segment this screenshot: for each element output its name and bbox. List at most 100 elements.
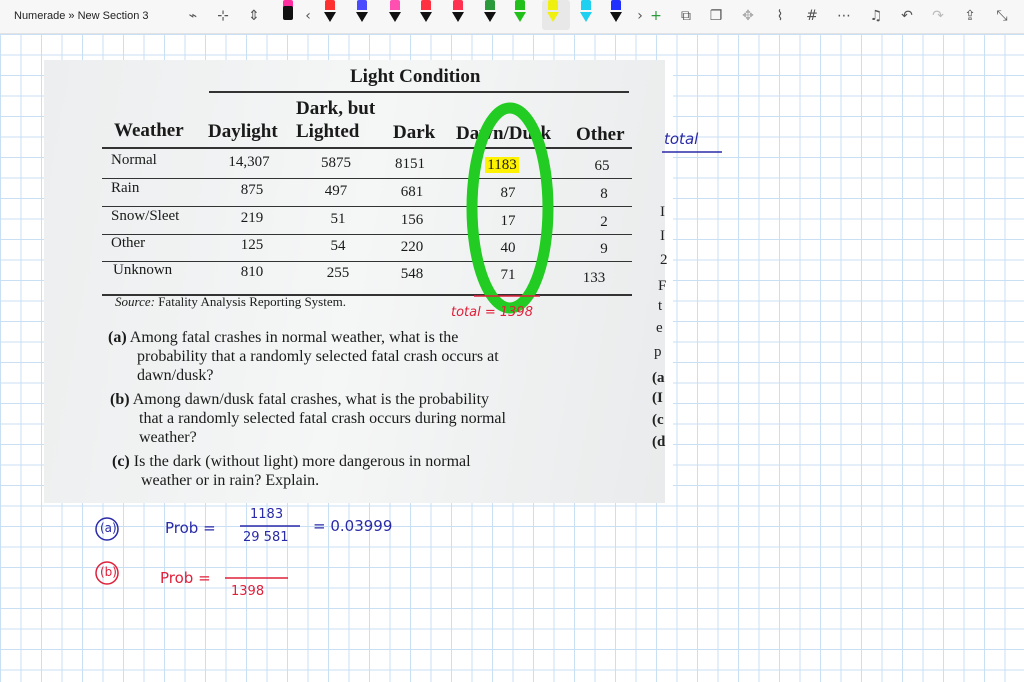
part-a-prob: Prob =: [165, 519, 216, 537]
fullscreen-icon[interactable]: ⤡: [992, 6, 1012, 26]
column-rule: [102, 147, 632, 149]
part-b-denominator: 1398: [231, 584, 265, 599]
table-cell: 65: [594, 158, 610, 174]
add-space-icon[interactable]: ⊹: [213, 6, 233, 26]
highlighter-green[interactable]: [512, 0, 528, 30]
question-text-line: dawn/dusk?: [137, 367, 214, 384]
redo-icon[interactable]: ↷: [928, 6, 948, 26]
source-line: Source: Fatality Analysis Reporting Syst…: [115, 294, 346, 310]
part-b-prob: Prob =: [160, 569, 211, 587]
highlighter-cyan[interactable]: [578, 0, 594, 30]
row-label: Rain: [111, 180, 140, 196]
light-condition-header: Light Condition: [350, 66, 481, 87]
question-text-line: Is the dark (without light) more dangero…: [133, 453, 471, 470]
margin-letter: t: [658, 298, 663, 314]
table-cell: 219: [240, 210, 264, 226]
ink-replay-icon[interactable]: ✥: [738, 6, 758, 26]
table-cell: 220: [400, 239, 424, 255]
table-cell: 681: [400, 184, 424, 200]
question-text-line: Among dawn/dusk fatal crashes, what is t…: [132, 391, 490, 408]
pen-green[interactable]: [482, 0, 498, 30]
grid-icon[interactable]: #: [802, 6, 822, 26]
col-daylight: Daylight: [208, 121, 278, 142]
row-label: Other: [111, 235, 146, 251]
question-letter: (a): [108, 329, 127, 346]
table-cell: 125: [240, 237, 264, 253]
question-letter: (b): [110, 391, 130, 408]
part-a-numerator: 1183: [250, 507, 284, 522]
share-icon[interactable]: ⇪: [960, 6, 980, 26]
part-b-label: (b): [100, 565, 117, 579]
add-pen-icon[interactable]: +: [646, 6, 666, 26]
highlight-value: 1183: [485, 157, 519, 173]
table-cell: 5875: [321, 155, 351, 171]
table-cell: 17: [500, 213, 516, 229]
question-text-line: probability that a randomly selected fat…: [137, 348, 499, 365]
breadcrumb[interactable]: Numerade » New Section 3: [14, 10, 149, 22]
pen-blue[interactable]: [354, 0, 370, 30]
part-a-denominator: 29 581: [243, 530, 289, 545]
table-cell: 54: [330, 238, 346, 254]
margin-letter: (a: [652, 370, 665, 386]
row-label: Unknown: [113, 262, 173, 278]
question-text-line: that a randomly selected fatal crash occ…: [139, 410, 506, 427]
table-cell: 133: [582, 270, 606, 286]
margin-letter: F: [658, 278, 667, 294]
question-c: (c) Is the dark (without light) more dan…: [112, 452, 471, 490]
table-cell: 8: [600, 186, 608, 202]
col-other: Other: [576, 124, 625, 145]
pen-navy[interactable]: [608, 0, 624, 30]
table-cell: 875: [240, 182, 264, 198]
table-cell: 548: [400, 266, 424, 282]
table-cell: 8151: [395, 156, 425, 172]
row-label: Snow/Sleet: [111, 208, 180, 224]
part-a-label: (a): [100, 521, 117, 535]
pen-red-2[interactable]: [450, 0, 466, 30]
table-cell: 810: [240, 264, 264, 280]
dawn-total-handwritten: total = 1398: [451, 305, 533, 320]
source-label: Source:: [115, 294, 155, 309]
table-cell: 255: [326, 265, 350, 281]
highlighter-yellow[interactable]: [542, 0, 570, 30]
total-handwritten: total: [664, 130, 699, 148]
notification-icon[interactable]: ♫: [866, 6, 886, 26]
pen-red[interactable]: [322, 0, 338, 30]
ruler-icon[interactable]: ⌇: [770, 6, 790, 26]
margin-letter: (c: [652, 412, 664, 428]
question-b: (b) Among dawn/dusk fatal crashes, what …: [110, 390, 506, 447]
lasso-icon[interactable]: ⌁: [183, 6, 203, 26]
row-rule: [102, 234, 632, 235]
row-label: Normal: [111, 152, 157, 168]
margin-letter: (d: [652, 434, 666, 450]
screen-clip-icon[interactable]: ⧉: [676, 6, 696, 26]
col-darklit-line1: Dark, but: [296, 98, 376, 119]
margin-letter: p: [654, 344, 662, 360]
header-rule: [209, 91, 629, 93]
pen-black[interactable]: [280, 0, 296, 30]
col-darklit-line2: Lighted: [296, 121, 360, 142]
pen-magenta[interactable]: [387, 0, 403, 30]
source-text: Fatality Analysis Reporting System.: [158, 294, 346, 309]
copy-icon[interactable]: ❐: [706, 6, 726, 26]
margin-letter: e: [656, 320, 663, 336]
margin-letter: I: [660, 204, 665, 220]
pen-pink[interactable]: [418, 0, 434, 30]
top-toolbar: Numerade » New Section 3 ⌁ ⊹ ⇕ ‹ › + ⧉ ❐…: [0, 0, 1024, 34]
table-cell: 14,307: [228, 154, 270, 170]
col-dawn: Dawn/Dusk: [456, 123, 552, 144]
eraser-icon[interactable]: ⇕: [244, 6, 264, 26]
table-cell: 40: [500, 240, 516, 256]
margin-letter: (I: [652, 390, 663, 406]
row-rule: [102, 178, 632, 179]
margin-letter: 2: [660, 252, 668, 268]
table-cell: 9: [600, 241, 608, 257]
margin-letter: I: [660, 228, 665, 244]
question-text-line: Among fatal crashes in normal weather, w…: [129, 329, 459, 346]
undo-icon[interactable]: ↶: [897, 6, 917, 26]
table-cell: 87: [500, 185, 516, 201]
chevron-left-icon[interactable]: ‹: [298, 6, 318, 26]
question-a: (a) Among fatal crashes in normal weathe…: [108, 328, 499, 385]
table-cell: 51: [330, 211, 346, 227]
question-text-line: weather?: [139, 429, 197, 446]
more-icon[interactable]: ⋯: [834, 6, 854, 26]
